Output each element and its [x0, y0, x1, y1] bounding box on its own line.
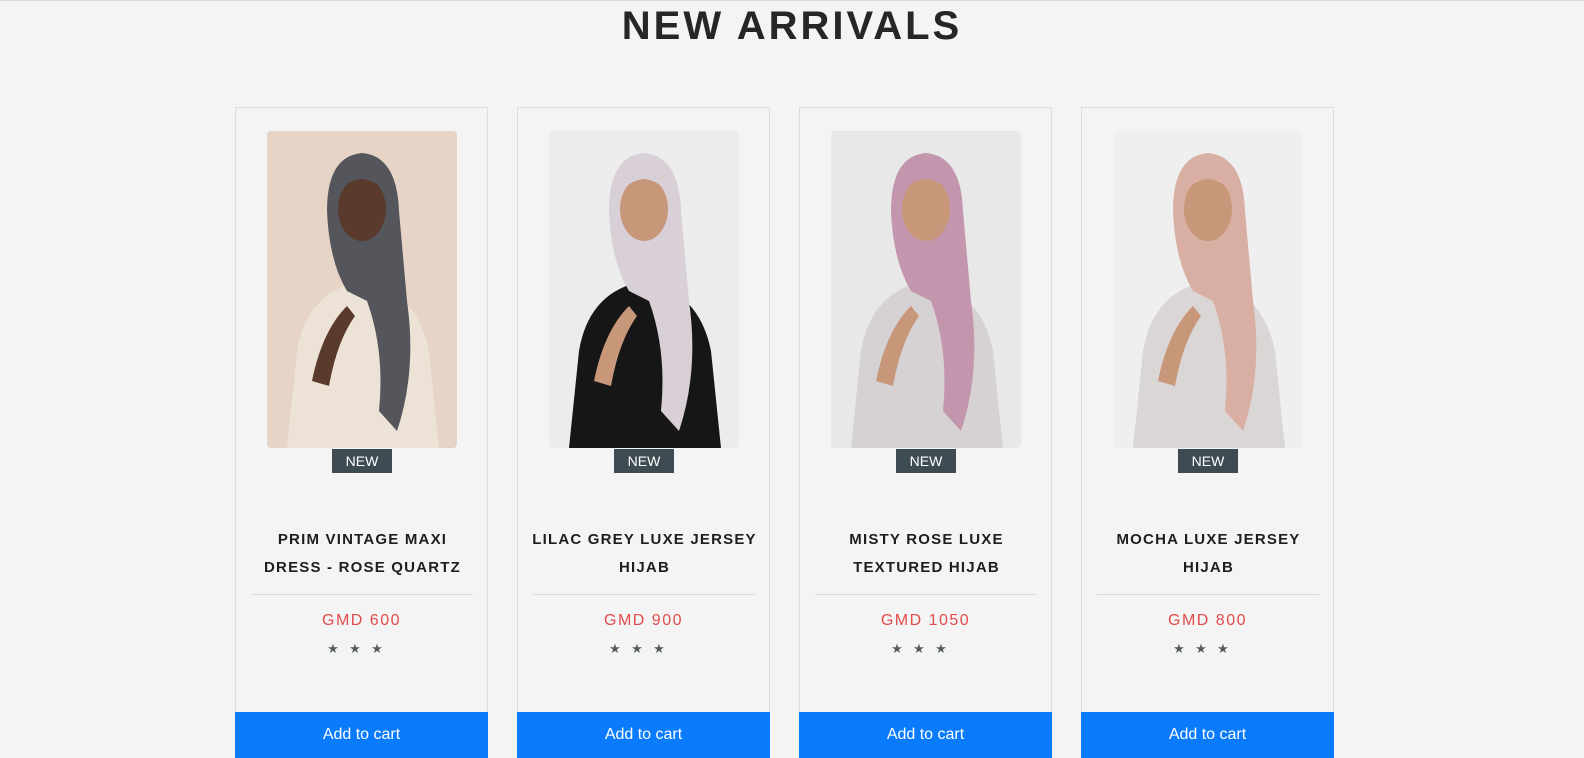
star-icon: ★: [1217, 641, 1229, 656]
star-icon: ★: [913, 641, 925, 656]
rating-stars: ★ ★ ★: [604, 640, 674, 656]
product-card-3: NEW MISTY ROSE LUXE TEXTURED HIJAB GMD 1…: [799, 107, 1052, 758]
new-badge: NEW: [614, 449, 674, 473]
product-name[interactable]: MISTY ROSE LUXE TEXTURED HIJAB: [812, 526, 1041, 582]
section-title: NEW ARRIVALS: [621, 4, 963, 48]
product-image[interactable]: [267, 131, 457, 448]
star-icon: ★: [371, 641, 383, 656]
product-name[interactable]: MOCHA LUXE JERSEY HIJAB: [1094, 526, 1323, 582]
star-icon: ★: [653, 641, 665, 656]
product-photo-illustration: [549, 131, 739, 448]
product-price: GMD 800: [1168, 612, 1247, 629]
card-divider: [533, 594, 755, 595]
new-badge: NEW: [332, 449, 392, 473]
product-name[interactable]: PRIM VINTAGE MAXI DRESS - ROSE QUARTZ: [248, 526, 477, 582]
product-price: GMD 600: [322, 612, 401, 629]
product-price: GMD 1050: [880, 612, 971, 629]
rating-stars: ★ ★ ★: [322, 640, 392, 656]
product-card-4: NEW MOCHA LUXE JERSEY HIJAB GMD 800 ★ ★ ★ …: [1081, 107, 1334, 758]
add-to-cart-button[interactable]: Add to cart: [799, 712, 1052, 758]
star-icon: ★: [1195, 641, 1207, 656]
top-divider: [0, 0, 1584, 1]
rating-stars: ★ ★ ★: [1168, 640, 1238, 656]
product-image[interactable]: [1113, 131, 1303, 448]
add-to-cart-button[interactable]: Add to cart: [1081, 712, 1334, 758]
card-divider: [815, 594, 1037, 595]
star-icon: ★: [891, 641, 903, 656]
product-name[interactable]: LILAC GREY LUXE JERSEY HIJAB: [530, 526, 759, 582]
card-divider: [251, 594, 473, 595]
product-card-1: NEW PRIM VINTAGE MAXI DRESS - ROSE QUART…: [235, 107, 488, 758]
add-to-cart-button[interactable]: Add to cart: [235, 712, 488, 758]
card-divider: [1097, 594, 1319, 595]
rating-stars: ★ ★ ★: [886, 640, 956, 656]
product-photo-illustration: [831, 131, 1021, 448]
product-card-2: NEW LILAC GREY LUXE JERSEY HIJAB GMD 900…: [517, 107, 770, 758]
add-to-cart-button[interactable]: Add to cart: [517, 712, 770, 758]
product-photo-illustration: [267, 131, 457, 448]
product-image[interactable]: [549, 131, 739, 448]
product-image[interactable]: [831, 131, 1021, 448]
star-icon: ★: [609, 641, 621, 656]
star-icon: ★: [327, 641, 339, 656]
new-badge: NEW: [1178, 449, 1238, 473]
star-icon: ★: [935, 641, 947, 656]
star-icon: ★: [1173, 641, 1185, 656]
product-price: GMD 900: [604, 612, 683, 629]
star-icon: ★: [349, 641, 361, 656]
product-photo-illustration: [1113, 131, 1303, 448]
new-badge: NEW: [896, 449, 956, 473]
star-icon: ★: [631, 641, 643, 656]
